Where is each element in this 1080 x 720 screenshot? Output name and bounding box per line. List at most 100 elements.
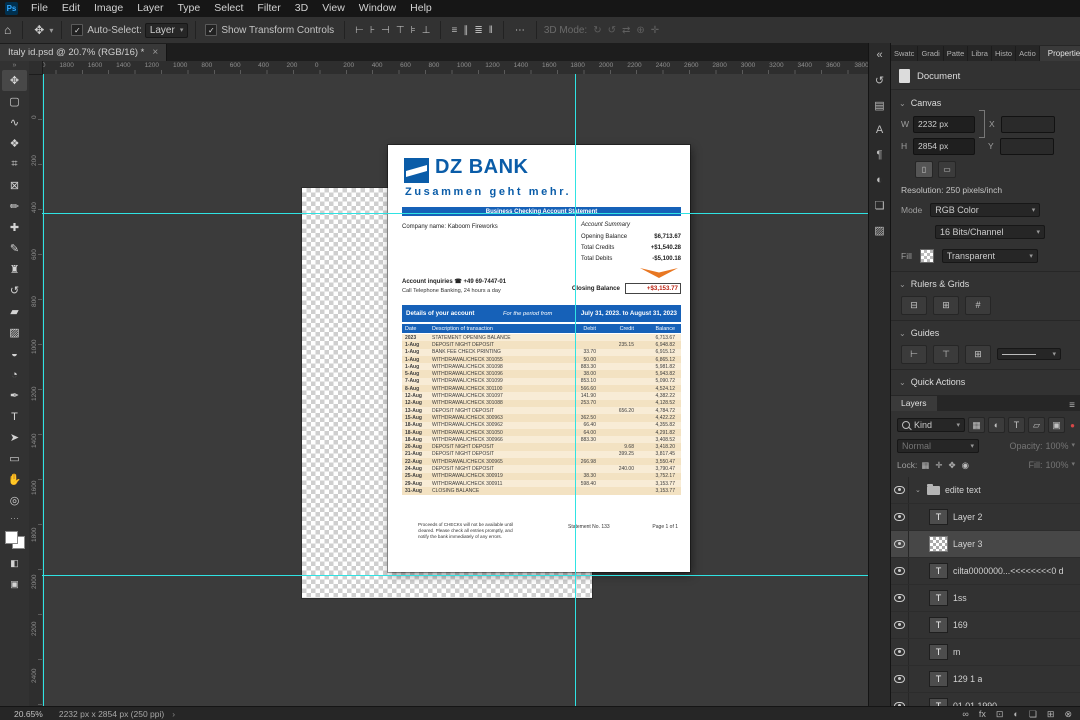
layer-row[interactable]: T 1ss <box>891 585 1080 612</box>
add-layer-mask-icon[interactable]: ⊡ <box>996 709 1004 720</box>
close-tab-icon[interactable]: × <box>152 47 158 58</box>
layer-row[interactable]: T Layer 2 <box>891 504 1080 531</box>
move-tool[interactable]: ✥ <box>2 70 27 91</box>
menu-item[interactable]: Filter <box>250 0 287 17</box>
3d-slide-icon[interactable]: ⊕ <box>633 25 647 36</box>
opacity-value[interactable]: 100% <box>1045 441 1068 451</box>
3d-roll-icon[interactable]: ↺ <box>605 25 619 36</box>
vertical-guide[interactable] <box>43 74 44 706</box>
zoom-level-field[interactable]: 20.65% <box>14 709 43 719</box>
portrait-orientation-button[interactable]: ▯ <box>915 160 933 178</box>
crop-tool[interactable]: ⌗ <box>2 154 27 175</box>
lasso-tool[interactable]: ∿ <box>2 112 27 133</box>
status-options-icon[interactable]: › <box>172 709 175 719</box>
menu-item[interactable]: Type <box>170 0 207 17</box>
show-transform-checkbox[interactable]: ✓ <box>205 24 218 36</box>
history-brush-tool[interactable]: ↺ <box>2 280 27 301</box>
3d-scale-icon[interactable]: ✛ <box>648 25 662 36</box>
type-tool[interactable]: T <box>2 406 27 427</box>
menu-item[interactable]: File <box>24 0 55 17</box>
collapse-panels-icon[interactable]: « <box>871 47 889 63</box>
visibility-eye-icon[interactable] <box>891 639 908 665</box>
rulers-grids-section-header[interactable]: ⌄ Rulers & Grids <box>891 276 1080 292</box>
distribute-h-icon[interactable]: ∥ <box>460 25 471 36</box>
fill-dropdown[interactable]: Transparent ▾ <box>941 248 1038 263</box>
visibility-eye-icon[interactable] <box>891 558 908 584</box>
document-tab[interactable]: Italy id.psd @ 20.7% (RGB/16) * × <box>0 44 168 61</box>
horizontal-ruler[interactable]: 2000180016001400120010008006004002000200… <box>29 61 868 75</box>
distribute-gap-icon[interactable]: ≣ <box>471 25 485 36</box>
layer-row[interactable]: T 169 <box>891 612 1080 639</box>
align-canvas-icon[interactable]: ‖ <box>486 25 496 36</box>
options-ellipsis-icon[interactable]: ⋯ <box>511 25 529 36</box>
menu-item[interactable]: Help <box>403 0 439 17</box>
align-right-icon[interactable]: ⊣ <box>378 25 393 36</box>
visibility-eye-icon[interactable] <box>891 612 908 638</box>
tab-layers[interactable]: Layers <box>891 396 937 411</box>
quick-actions-section-header[interactable]: ⌄ Quick Actions <box>891 374 1080 390</box>
gradient-tool[interactable]: ▨ <box>2 322 27 343</box>
layer-row[interactable]: T Layer 3 <box>891 531 1080 558</box>
ruler-origin-corner[interactable] <box>29 61 43 75</box>
link-dimensions-icon[interactable] <box>979 110 985 138</box>
new-vertical-guide-button[interactable]: ⊢ <box>901 344 927 364</box>
menu-item[interactable]: Select <box>207 0 250 17</box>
home-icon[interactable]: ⌂ <box>0 23 15 37</box>
menu-item[interactable]: Window <box>352 0 403 17</box>
panel-tab[interactable]: Patte <box>944 46 969 61</box>
tool-preset-chevron-icon[interactable]: ▾ <box>48 26 54 35</box>
filter-adjustment-icon[interactable]: ◐ <box>988 417 1005 433</box>
toggle-snap-button[interactable]: # <box>965 295 991 315</box>
zoom-tool[interactable]: ◎ <box>2 490 27 511</box>
menu-item[interactable]: Edit <box>55 0 87 17</box>
panel-adjustments-icon[interactable]: ◐ <box>871 172 889 188</box>
screen-mode-button[interactable]: ▣ <box>2 574 27 595</box>
panel-tab[interactable]: Libra <box>968 46 992 61</box>
vertical-guide[interactable] <box>575 74 576 706</box>
foreground-color-chip[interactable] <box>4 531 18 544</box>
new-group-icon[interactable]: ❏ <box>1029 709 1037 720</box>
layer-filter-kind-dropdown[interactable]: Kind ▾ <box>897 418 965 432</box>
panel-paragraph-icon[interactable]: ¶ <box>871 147 889 163</box>
menu-item[interactable]: Layer <box>130 0 170 17</box>
horizontal-guide[interactable] <box>42 213 868 214</box>
canvas-area[interactable]: DZ BANK Zusammen geht mehr. Business Che… <box>42 74 868 706</box>
guide-style-dropdown[interactable]: ▾ <box>997 348 1061 360</box>
panel-tab[interactable]: Histo <box>992 46 1017 61</box>
visibility-eye-icon[interactable] <box>891 666 908 692</box>
bit-depth-dropdown[interactable]: 16 Bits/Channel ▾ <box>935 224 1045 239</box>
align-left-icon[interactable]: ⊢ <box>352 25 367 36</box>
auto-select-dropdown[interactable]: Layer ▾ <box>144 22 189 38</box>
delete-layer-icon[interactable]: ⊗ <box>1064 709 1072 720</box>
adjustment-layer-icon[interactable]: ◐ <box>1013 709 1018 720</box>
link-layers-icon[interactable]: ∞ <box>962 709 968 720</box>
path-selection-tool[interactable]: ➤ <box>2 427 27 448</box>
filter-type-icon[interactable]: T <box>1008 417 1025 433</box>
filter-shape-icon[interactable]: ▱ <box>1028 417 1045 433</box>
document-page[interactable]: DZ BANK Zusammen geht mehr. Business Che… <box>388 145 690 572</box>
panel-history-icon[interactable]: ↺ <box>871 72 889 88</box>
new-layer-icon[interactable]: ⊞ <box>1047 709 1055 720</box>
canvas-section-header[interactable]: ⌄ Canvas <box>891 95 1080 111</box>
panel-tab[interactable]: Swatc <box>891 46 919 61</box>
shape-tool[interactable]: ▭ <box>2 448 27 469</box>
filter-smart-icon[interactable]: ▣ <box>1048 417 1065 433</box>
panel-info-icon[interactable]: ▤ <box>871 97 889 113</box>
menu-item[interactable]: 3D <box>288 0 315 17</box>
eraser-tool[interactable]: ▰ <box>2 301 27 322</box>
color-mode-dropdown[interactable]: RGB Color ▾ <box>930 202 1041 217</box>
hand-tool[interactable]: ✋ <box>2 469 27 490</box>
visibility-eye-icon[interactable] <box>891 585 908 611</box>
auto-select-checkbox[interactable]: ✓ <box>71 24 84 36</box>
lock-pixels-icon[interactable]: ✛ <box>935 460 942 471</box>
new-horizontal-guide-button[interactable]: ⊤ <box>933 344 959 364</box>
move-tool-icon[interactable]: ✥ <box>30 23 48 37</box>
panel-color-icon[interactable]: ▨ <box>871 222 889 238</box>
layer-effects-icon[interactable]: fx <box>979 709 986 720</box>
lock-position-icon[interactable]: ✥ <box>948 460 955 471</box>
menu-item[interactable]: View <box>315 0 352 17</box>
fill-swatch[interactable] <box>919 248 934 263</box>
canvas-height-field[interactable]: 2854 px <box>913 137 975 155</box>
lock-all-icon[interactable]: ◉ <box>962 460 969 471</box>
toggle-rulers-button[interactable]: ⊟ <box>901 295 927 315</box>
